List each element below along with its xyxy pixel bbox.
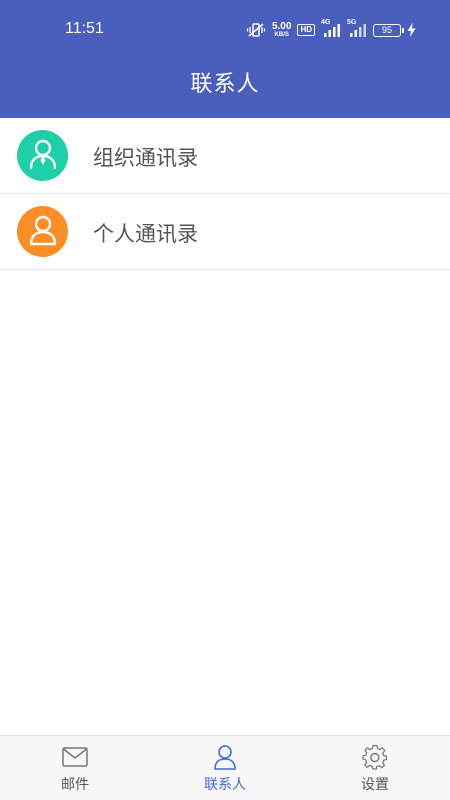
contact-item-personal[interactable]: 个人通讯录: [0, 194, 450, 270]
person-icon: [213, 744, 237, 770]
contact-list: 组织通讯录 个人通讯录: [0, 118, 450, 270]
tab-contacts-label: 联系人: [204, 777, 246, 793]
battery-icon: 95: [373, 23, 404, 37]
app-header: 11:51 5.00 KB/S HD 4G 5G 95 联系人: [0, 0, 450, 118]
tab-settings[interactable]: 设置: [300, 736, 450, 800]
person-icon: [28, 214, 58, 250]
status-bar: 11:51 5.00 KB/S HD 4G 5G 95: [0, 0, 450, 60]
vibrate-muted-icon: [246, 22, 266, 38]
signal-4g-label: 4G: [321, 19, 331, 26]
contact-item-label: 个人通讯录: [93, 222, 198, 246]
network-speed-value: 5.00: [271, 21, 292, 32]
charging-icon: [407, 23, 416, 37]
network-speed: 5.00 KB/S: [271, 21, 292, 39]
contact-item-organization[interactable]: 组织通讯录: [0, 118, 450, 194]
tab-mail[interactable]: 邮件: [0, 736, 150, 800]
contact-item-label: 组织通讯录: [93, 146, 198, 170]
tab-mail-label: 邮件: [61, 777, 89, 793]
signal-4g-icon: 4G: [321, 19, 341, 38]
tab-settings-label: 设置: [361, 777, 389, 793]
battery-level: 95: [381, 25, 392, 35]
status-time: 11:51: [65, 20, 104, 37]
signal-5g-icon: 5G: [347, 19, 367, 38]
org-contact-icon: [28, 138, 58, 174]
gear-icon: [362, 744, 388, 770]
org-contact-avatar: [17, 130, 68, 181]
personal-contact-avatar: [17, 206, 68, 257]
bottom-tab-bar: 邮件 联系人 设置: [0, 735, 450, 800]
hd-badge: HD: [297, 24, 315, 36]
page-title: 联系人: [190, 72, 260, 97]
network-speed-unit: KB/S: [274, 32, 289, 38]
signal-5g-label: 5G: [347, 19, 357, 26]
mail-icon: [62, 744, 88, 770]
status-icons: 5.00 KB/S HD 4G 5G 95: [246, 19, 416, 40]
tab-contacts[interactable]: 联系人: [150, 736, 300, 800]
